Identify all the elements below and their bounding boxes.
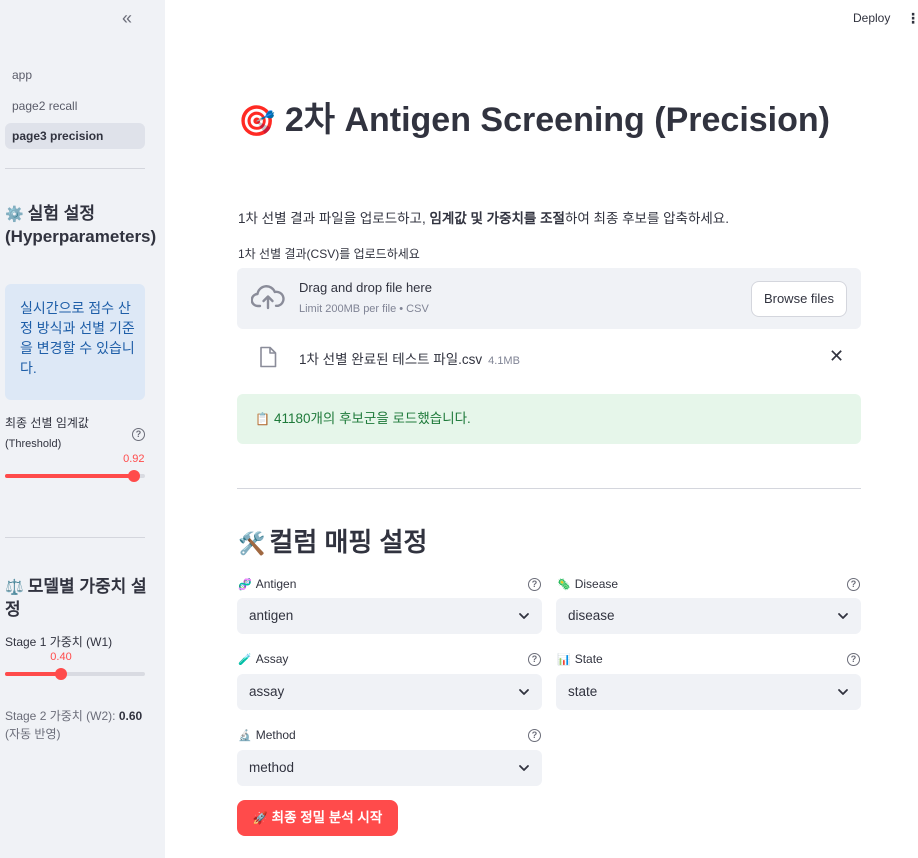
bar-chart-icon: 📊 xyxy=(557,654,571,666)
w2-suffix: (자동 반영) xyxy=(5,727,61,741)
w2-label: Stage 2 가중치 (W2): xyxy=(5,709,119,723)
chevron-down-icon xyxy=(519,613,529,619)
tools-icon: 🛠️ xyxy=(238,531,266,556)
page-description: 1차 선별 결과 파일을 업로드하고, 임계값 및 가중치를 조절하여 최종 후… xyxy=(238,207,729,227)
disease-help-icon[interactable]: ? xyxy=(847,578,860,591)
start-analysis-button[interactable]: 🚀 최종 정밀 분석 시작 xyxy=(237,800,398,836)
disease-select-value: disease xyxy=(568,608,615,623)
w2-value: 0.60 xyxy=(118,709,143,723)
w1-slider-fill xyxy=(5,672,61,676)
success-text: 41180개의 후보군을 로드했습니다. xyxy=(273,411,471,426)
deploy-button[interactable]: Deploy xyxy=(853,11,890,25)
microscope-icon: 🔬 xyxy=(238,730,252,742)
state-select[interactable]: state xyxy=(556,674,861,710)
sidebar-item-app[interactable]: app xyxy=(5,62,145,88)
assay-select[interactable]: assay xyxy=(237,674,542,710)
method-help-icon[interactable]: ? xyxy=(528,729,541,742)
sidebar-item-page3-precision[interactable]: page3 precision xyxy=(5,123,145,149)
chevron-down-icon xyxy=(519,689,529,695)
browse-files-button[interactable]: Browse files xyxy=(751,281,847,317)
method-select-value: method xyxy=(249,760,295,775)
w1-slider-handle[interactable] xyxy=(55,668,67,680)
dna-icon: 🧬 xyxy=(238,579,252,591)
uploaded-file: 1차 선별 완료된 테스트 파일.csv 4.1MB ✕ xyxy=(237,340,861,374)
page-title-text: 2차 Antigen Screening (Precision) xyxy=(284,101,830,139)
antigen-help-icon[interactable]: ? xyxy=(528,578,541,591)
chevron-down-icon xyxy=(519,765,529,771)
w1-slider[interactable] xyxy=(5,668,145,680)
antigen-select-value: antigen xyxy=(249,608,294,623)
target-icon: 🎯 xyxy=(238,105,276,138)
method-label: 🔬 Method xyxy=(238,727,296,744)
main-menu-icon[interactable]: ⋮ xyxy=(906,10,918,26)
file-icon xyxy=(260,346,277,368)
antigen-label-text: Antigen xyxy=(255,577,297,591)
antigen-label: 🧬 Antigen xyxy=(238,576,296,593)
sidebar: « app page2 recall page3 precision ⚙️ 실험 … xyxy=(0,0,165,858)
state-help-icon[interactable]: ? xyxy=(847,653,860,666)
rocket-icon: 🚀 xyxy=(252,811,268,825)
threshold-slider-handle[interactable] xyxy=(127,470,140,482)
clipboard-icon: 📋 xyxy=(255,412,270,426)
antigen-select[interactable]: antigen xyxy=(237,598,542,634)
microbe-icon: 🦠 xyxy=(557,579,571,591)
desc-part2: 하여 최종 후보를 압축하세요. xyxy=(564,211,729,226)
dropzone-limit: Limit 200MB per file • CSV xyxy=(299,303,429,315)
desc-part1: 1차 선별 결과 파일을 업로드하고, xyxy=(238,211,430,226)
page-title: 🎯 2차 Antigen Screening (Precision) xyxy=(238,96,858,146)
assay-help-icon[interactable]: ? xyxy=(528,653,541,666)
threshold-slider-fill xyxy=(5,474,134,478)
file-size: 4.1MB xyxy=(488,355,520,367)
chevron-down-icon xyxy=(838,613,848,619)
disease-label-text: Disease xyxy=(574,577,619,591)
uploader-label: 1차 선별 결과(CSV)를 업로드하세요 xyxy=(238,247,420,261)
threshold-slider[interactable] xyxy=(5,470,145,482)
file-name-wrap: 1차 선별 완료된 테스트 파일.csv 4.1MB xyxy=(299,348,520,368)
w1-value: 0.40 xyxy=(50,651,72,663)
gear-icon: ⚙️ xyxy=(5,206,24,223)
method-select[interactable]: method xyxy=(237,750,542,786)
cloud-upload-icon xyxy=(251,285,285,310)
collapse-sidebar-icon[interactable]: « xyxy=(122,8,132,29)
w1-label: Stage 1 가중치 (W1) xyxy=(5,635,113,649)
weights-heading-text: 모델별 가중치 설정 xyxy=(5,577,147,619)
success-alert: 📋 41180개의 후보군을 로드했습니다. xyxy=(237,394,861,444)
sidebar-divider-2 xyxy=(5,537,145,538)
app-root: « app page2 recall page3 precision ⚙️ 실험 … xyxy=(0,0,918,858)
assay-select-value: assay xyxy=(249,684,285,699)
mapping-heading: 🛠️ 컬럼 매핑 설정 xyxy=(238,524,427,562)
file-name: 1차 선별 완료된 테스트 파일.csv xyxy=(299,352,483,367)
w2-text: Stage 2 가중치 (W2): 0.60 (자동 반영) xyxy=(5,707,150,743)
test-tube-icon: 🧪 xyxy=(238,654,252,666)
assay-label: 🧪 Assay xyxy=(238,651,288,668)
disease-label: 🦠 Disease xyxy=(557,576,618,593)
desc-bold: 임계값 및 가중치를 조절 xyxy=(429,211,565,226)
settings-heading: ⚙️ 실험 설정 (Hyperparameters) xyxy=(5,203,156,248)
remove-file-icon[interactable]: ✕ xyxy=(829,346,844,366)
threshold-value: 0.92 xyxy=(123,453,145,465)
assay-label-text: Assay xyxy=(255,652,289,666)
threshold-help-icon[interactable]: ? xyxy=(132,428,145,441)
threshold-label-line2: (Threshold) xyxy=(5,438,62,450)
state-label: 📊 State xyxy=(557,651,603,668)
disease-select[interactable]: disease xyxy=(556,598,861,634)
info-box: 실시간으로 점수 산정 방식과 선별 기준을 변경할 수 있습니다. xyxy=(5,284,145,400)
file-dropzone[interactable]: Drag and drop file here Limit 200MB per … xyxy=(237,268,861,329)
settings-heading-text: 실험 설정 (Hyperparameters) xyxy=(5,204,157,246)
dropzone-text: Drag and drop file here xyxy=(299,280,432,295)
scale-icon: ⚖️ xyxy=(5,579,24,596)
chevron-down-icon xyxy=(838,689,848,695)
mapping-heading-text: 컬럼 매핑 설정 xyxy=(269,527,428,557)
state-label-text: State xyxy=(574,652,603,666)
section-divider xyxy=(237,488,861,489)
method-label-text: Method xyxy=(255,728,296,742)
threshold-label-line1: 최종 선별 임계값 xyxy=(5,416,89,430)
state-select-value: state xyxy=(568,684,598,699)
weights-heading: ⚖️ 모델별 가중치 설정 xyxy=(5,576,150,621)
sidebar-divider xyxy=(5,168,145,169)
start-analysis-label: 최종 정밀 분석 시작 xyxy=(271,810,383,825)
sidebar-item-page2-recall[interactable]: page2 recall xyxy=(5,93,145,119)
